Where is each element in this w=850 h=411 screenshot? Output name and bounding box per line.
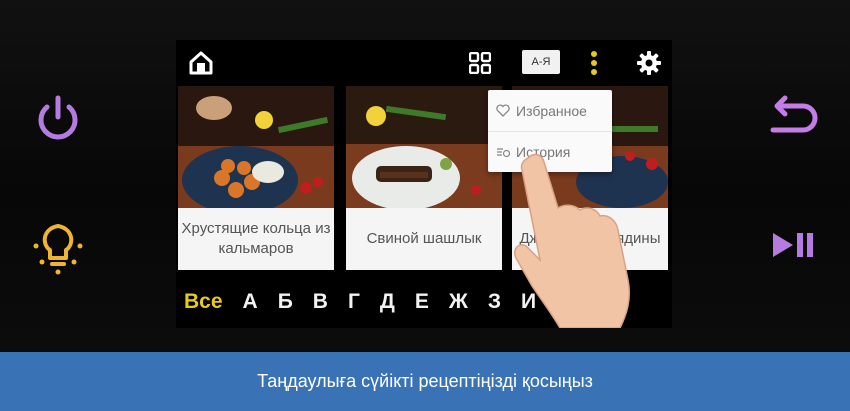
- power-icon: [38, 95, 78, 140]
- recipe-card[interactable]: Свиной шашлык: [346, 86, 502, 276]
- control-panel: А-Я Хрустящие кольца из кальмаров Свиной…: [0, 0, 850, 350]
- alphabet-letter[interactable]: Е: [415, 290, 429, 314]
- light-button[interactable]: [28, 212, 88, 276]
- recipe-title: Свиной шашлык: [346, 208, 502, 270]
- recipe-photo: [346, 86, 502, 208]
- alphabet-letter[interactable]: Ж: [449, 290, 468, 314]
- alphabet-all[interactable]: Все: [184, 290, 223, 314]
- alphabet-letter[interactable]: А: [243, 290, 258, 314]
- grid-view-button[interactable]: [466, 49, 494, 77]
- alphabet-letter[interactable]: Д: [380, 290, 395, 314]
- touch-screen: А-Я Хрустящие кольца из кальмаров Свиной…: [176, 40, 672, 328]
- recipe-card[interactable]: Хрустящие кольца из кальмаров: [178, 86, 334, 276]
- play-pause-button[interactable]: [762, 222, 822, 268]
- alphabet-letter[interactable]: В: [313, 290, 328, 314]
- lightbulb-icon: [33, 224, 83, 275]
- top-bar: А-Я: [176, 40, 672, 86]
- settings-button[interactable]: [634, 48, 664, 78]
- sort-az-button[interactable]: А-Я: [522, 50, 560, 74]
- home-button[interactable]: [186, 48, 216, 78]
- recipe-title: Хрустящие кольца из кальмаров: [178, 208, 334, 270]
- play-pause-icon: [773, 233, 813, 257]
- power-button[interactable]: [28, 88, 88, 148]
- more-vertical-icon: [591, 51, 597, 75]
- alphabet-letter[interactable]: Б: [278, 290, 293, 314]
- alphabet-letter[interactable]: Г: [348, 290, 360, 314]
- menu-item-favorites[interactable]: Избранное: [488, 90, 612, 131]
- undo-icon: [770, 95, 818, 133]
- recipe-photo: [178, 86, 334, 208]
- more-button[interactable]: [586, 48, 602, 78]
- pointing-hand-icon: [514, 153, 631, 328]
- home-icon: [189, 51, 213, 75]
- heart-icon: [496, 104, 516, 117]
- grid-icon: [469, 52, 491, 74]
- gear-icon: [637, 51, 661, 75]
- undo-button[interactable]: [762, 92, 822, 142]
- menu-item-label: Избранное: [516, 102, 587, 119]
- caption-banner: Таңдаулыға сүйікті рецептіңізді қосыңыз: [0, 352, 850, 411]
